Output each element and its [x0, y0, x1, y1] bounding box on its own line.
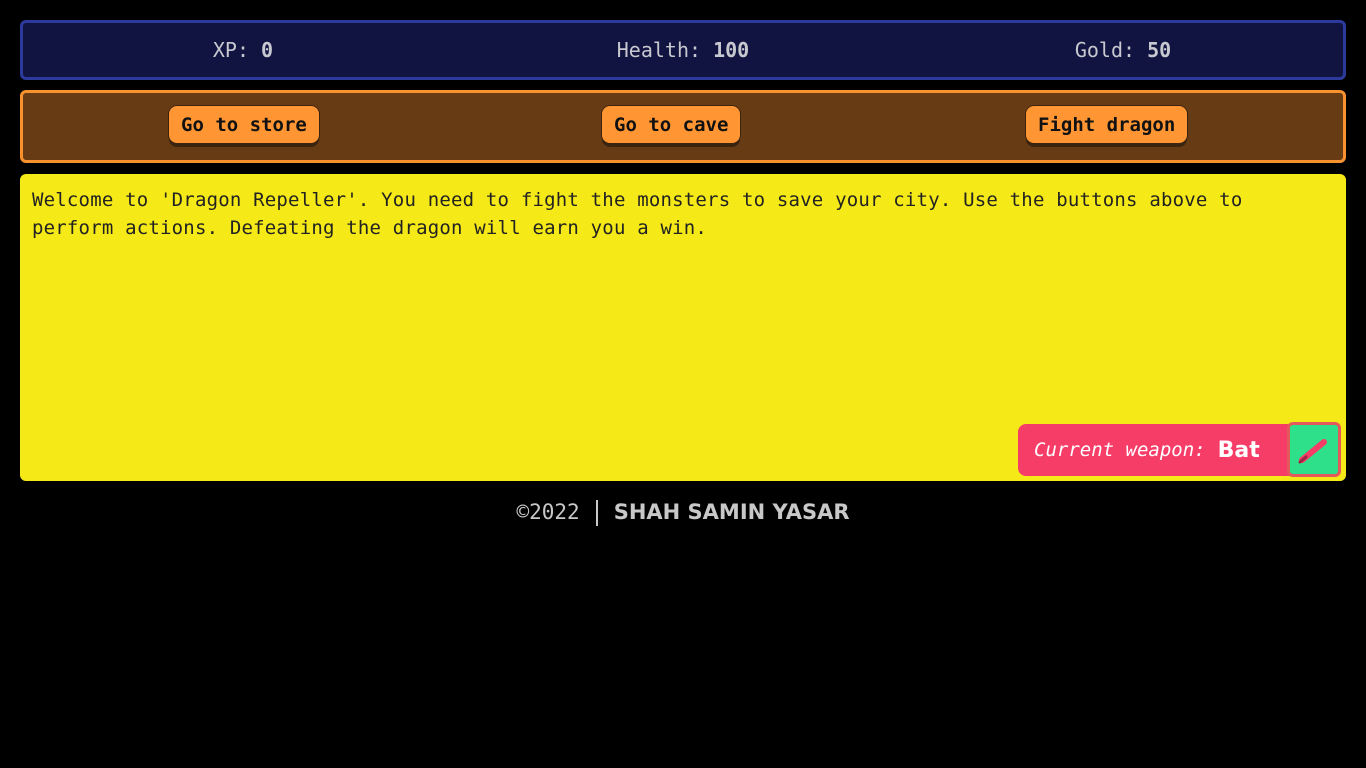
current-weapon-badge: Current weapon: Bat [1018, 422, 1341, 477]
xp-stat: XP: 0 [23, 38, 463, 62]
go-to-store-button[interactable]: Go to store [169, 106, 319, 143]
copyright: ©2022 [516, 500, 580, 524]
go-to-cave-button[interactable]: Go to cave [602, 106, 741, 143]
xp-value: 0 [261, 38, 274, 62]
gold-label: Gold: [1074, 38, 1136, 62]
stats-bar: XP: 0 Health: 100 Gold: 50 [20, 20, 1346, 80]
controls-bar: Go to store Go to cave Fight dragon [20, 90, 1346, 163]
bat-icon [1287, 422, 1341, 477]
footer: ©2022 SHAH SAMIN YASAR [0, 500, 1366, 526]
gold-stat: Gold: 50 [903, 38, 1343, 62]
health-value: 100 [713, 38, 750, 62]
footer-divider [595, 500, 598, 526]
game-text: Welcome to 'Dragon Repeller'. You need t… [32, 189, 1243, 239]
weapon-name: Bat [1217, 437, 1260, 463]
game-text-panel: Welcome to 'Dragon Repeller'. You need t… [20, 174, 1346, 481]
author-name: SHAH SAMIN YASAR [613, 500, 850, 524]
health-label: Health: [616, 38, 702, 62]
fight-dragon-button[interactable]: Fight dragon [1026, 106, 1188, 143]
gold-value: 50 [1147, 38, 1172, 62]
health-stat: Health: 100 [463, 38, 903, 62]
weapon-label: Current weapon: [1034, 439, 1206, 461]
xp-label: XP: [212, 38, 249, 62]
